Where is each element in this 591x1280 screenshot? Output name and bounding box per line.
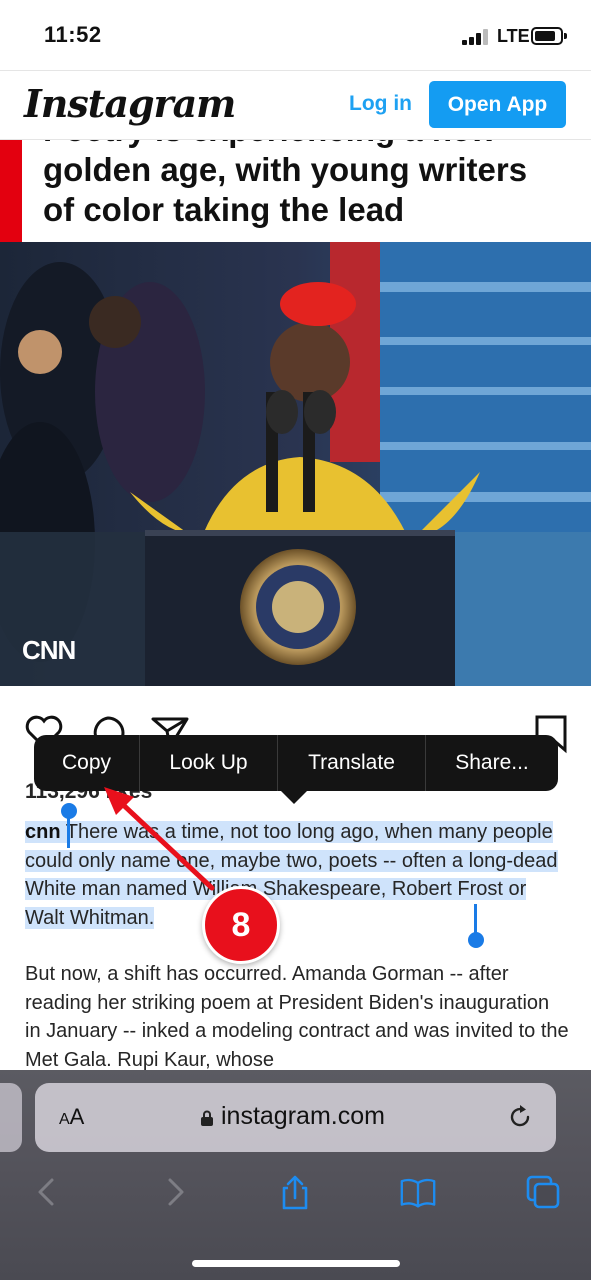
post-headline-image: Poetry is experiencing a new golden age,… <box>0 140 591 242</box>
tabs-icon[interactable] <box>525 1174 561 1210</box>
headline-line: Poetry is experiencing a new <box>43 140 573 150</box>
text-size-large-a: A <box>69 1104 85 1129</box>
headline-line: of color taking the lead <box>43 191 405 228</box>
forward-icon[interactable] <box>156 1174 192 1210</box>
inauguration-photo <box>0 242 591 686</box>
login-link[interactable]: Log in <box>349 92 412 116</box>
caption-username[interactable]: cnn <box>25 821 61 843</box>
text-size-button[interactable]: AA <box>59 1104 84 1130</box>
open-app-button[interactable]: Open App <box>429 81 566 128</box>
post-photo[interactable]: CNN <box>0 242 591 686</box>
reload-icon[interactable] <box>506 1103 534 1131</box>
share-menu-item[interactable]: Share... <box>426 735 558 791</box>
look-up-menu-item[interactable]: Look Up <box>140 735 278 791</box>
home-indicator[interactable] <box>192 1260 400 1267</box>
bookmarks-icon[interactable] <box>400 1174 436 1210</box>
status-time: 11:52 <box>44 22 102 47</box>
url-text[interactable]: instagram.com <box>221 1102 385 1131</box>
menu-pointer <box>280 790 308 804</box>
caption-paragraph-1: cnn There was a time, not too long ago, … <box>25 818 570 932</box>
share-sheet-icon[interactable] <box>277 1174 313 1210</box>
instagram-header: Instagram Log in Open App <box>0 70 591 140</box>
post-headline: Poetry is experiencing a new golden age,… <box>43 140 573 230</box>
caption-selected-text[interactable]: There was a time, not too long ago, when… <box>25 821 558 929</box>
instagram-logo[interactable]: Instagram <box>24 81 236 126</box>
cnn-watermark: CNN <box>22 635 76 665</box>
lock-icon <box>201 1110 213 1126</box>
caption-paragraph-2: But now, a shift has occurred. Amanda Go… <box>25 963 569 1071</box>
safari-bottom-bar: AA instagram.com <box>0 1070 591 1280</box>
post-caption: cnn There was a time, not too long ago, … <box>25 818 570 1074</box>
status-bar: 11:52 LTE <box>0 0 591 70</box>
selection-end-caret <box>474 904 477 934</box>
previous-tab-edge[interactable] <box>0 1083 22 1152</box>
signal-icon <box>462 29 494 45</box>
copy-menu-item[interactable]: Copy <box>34 735 140 791</box>
selection-start-caret <box>67 812 70 848</box>
text-size-small-a: A <box>59 1111 70 1128</box>
text-selection-menu: Copy Look Up Translate Share... <box>34 735 558 791</box>
battery-icon <box>531 27 567 45</box>
address-bar[interactable]: AA instagram.com <box>35 1083 556 1152</box>
back-icon[interactable] <box>30 1174 66 1210</box>
step-number-badge: 8 <box>202 886 280 964</box>
selected-caption-text[interactable]: cnn There was a time, not too long ago, … <box>25 821 558 929</box>
red-accent-bar <box>0 140 22 242</box>
headline-line: golden age, with young writers <box>43 151 528 188</box>
network-type: LTE <box>497 26 530 46</box>
selection-end-handle[interactable] <box>468 932 484 948</box>
translate-menu-item[interactable]: Translate <box>278 735 426 791</box>
